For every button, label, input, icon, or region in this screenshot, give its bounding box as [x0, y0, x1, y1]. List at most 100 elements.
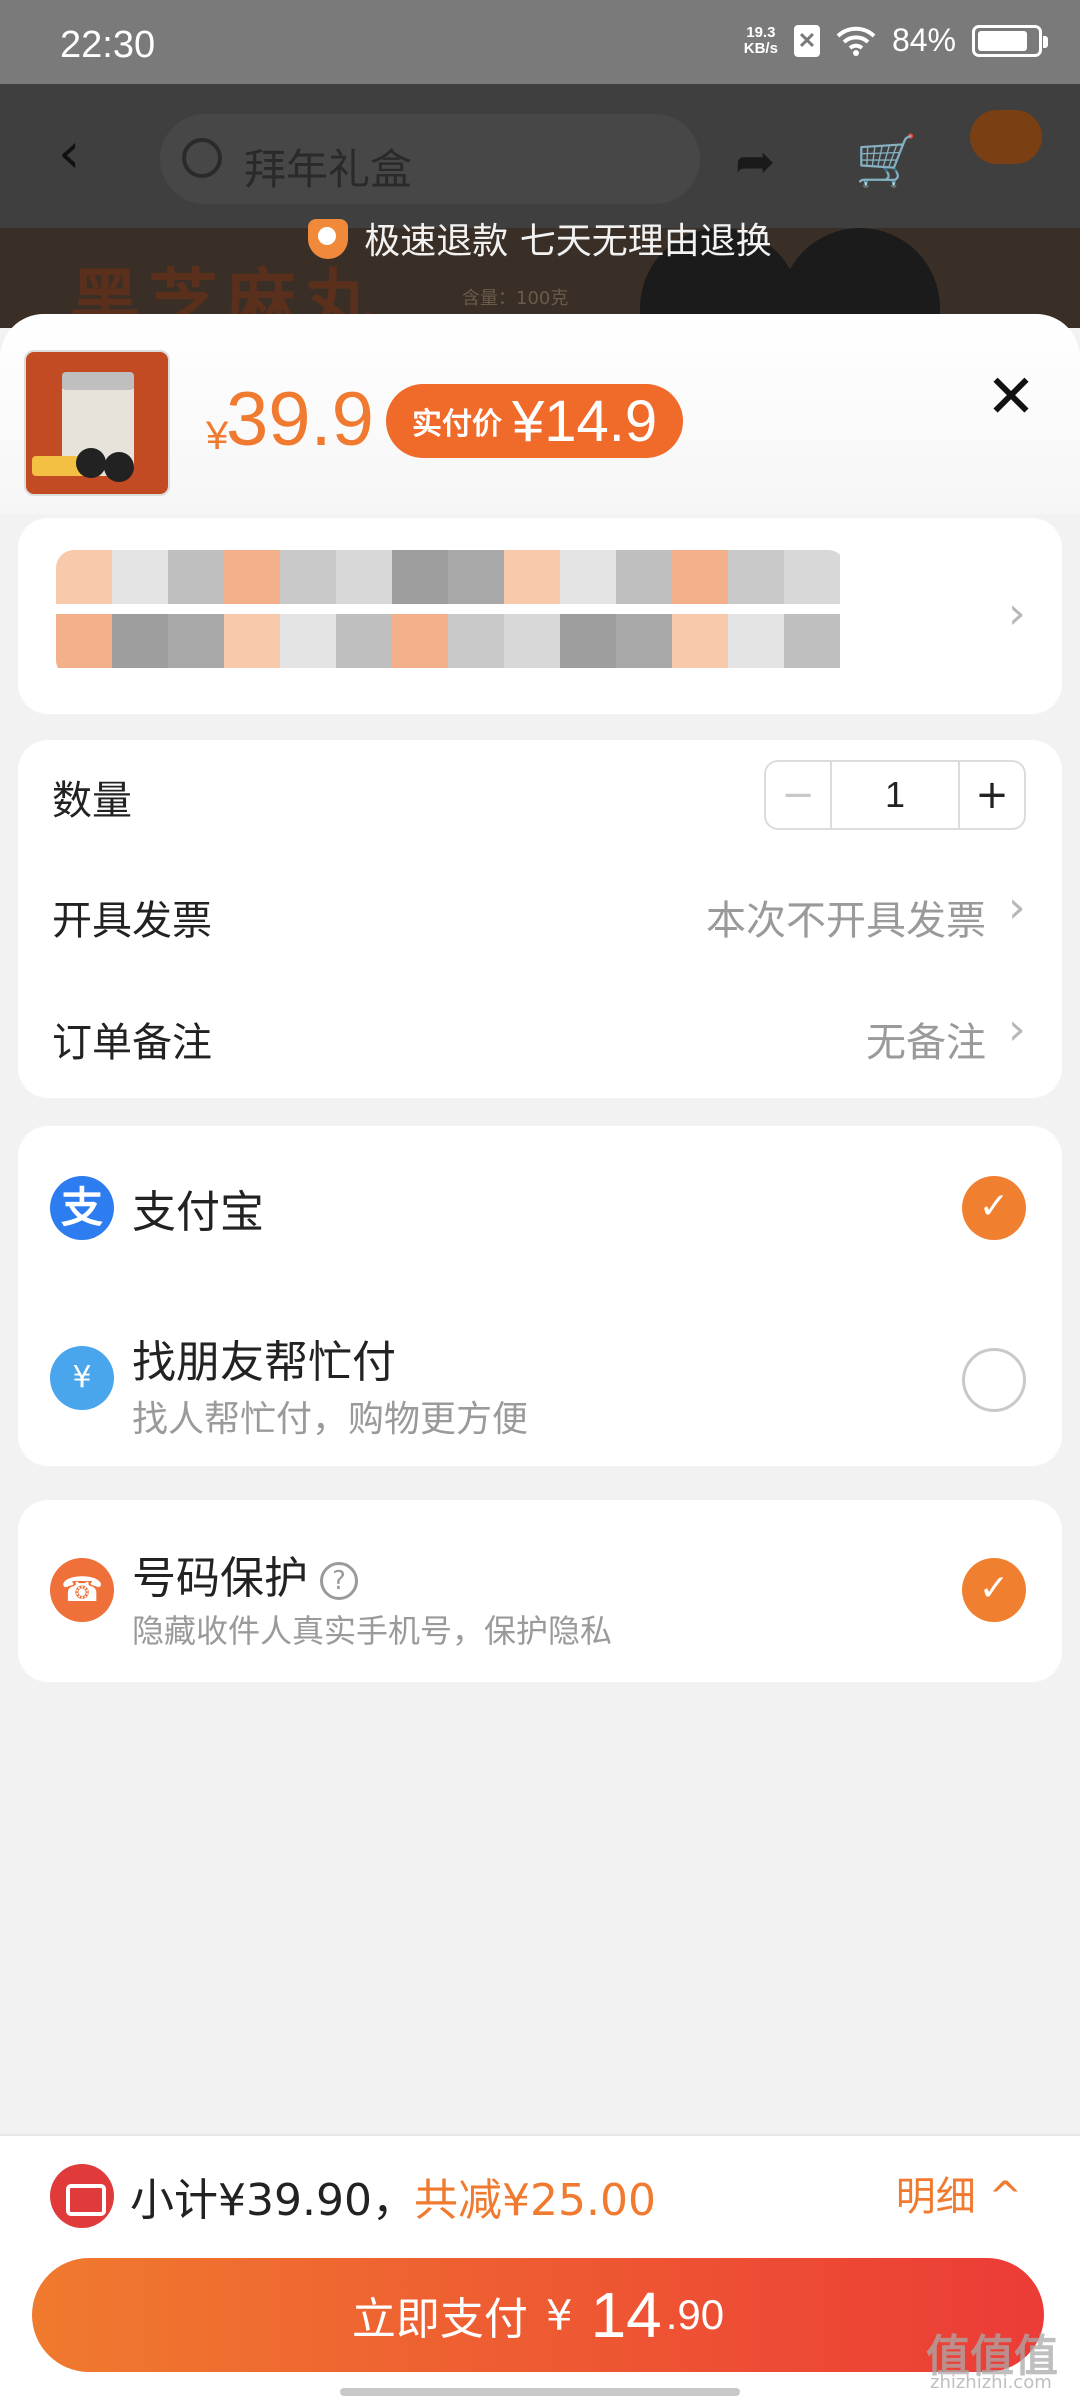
- quantity-decrease-button[interactable]: −: [766, 762, 832, 828]
- blur-cell: [168, 550, 224, 604]
- blur-cell: [784, 614, 840, 668]
- check-selected-icon[interactable]: ✓: [962, 1176, 1026, 1240]
- shield-check-icon: [308, 219, 349, 259]
- back-icon[interactable]: ‹: [58, 126, 98, 182]
- friend-pay-icon: ¥: [50, 1346, 114, 1410]
- close-icon[interactable]: ✕: [984, 367, 1038, 427]
- battery-fill: [978, 30, 1027, 51]
- remark-label: 订单备注: [52, 1020, 212, 1066]
- blur-cell: [224, 614, 280, 668]
- payment-option-title: 支付宝: [132, 1187, 264, 1238]
- address-blurred-content: [56, 550, 846, 678]
- pay-button-label: 立即支付: [351, 2294, 528, 2345]
- wifi-icon: [836, 26, 876, 56]
- sim-icon: ✕: [793, 24, 820, 57]
- alipay-icon: 支: [50, 1176, 114, 1240]
- blur-cell: [448, 614, 504, 668]
- phone-shield-icon: ☎: [50, 1558, 114, 1622]
- detail-toggle[interactable]: 明细 ^: [896, 2164, 1022, 2222]
- blur-cell: [560, 550, 616, 604]
- background-search-bar[interactable]: 拜年礼盒: [160, 114, 700, 204]
- refund-banner-text: 极速退款 七天无理由退换: [364, 221, 772, 262]
- status-icons: 19.3 KB/s ✕ 84%: [743, 22, 1048, 59]
- status-time: 22:30: [60, 24, 156, 66]
- payment-method-card: 支 支付宝 ✓ ¥ 找朋友帮忙付 找人帮忙付，购物更方便: [18, 1126, 1062, 1466]
- blur-cell: [504, 550, 560, 604]
- bottom-checkout-bar: 小计¥39.90， 共减¥25.00 明细 ^ 立即支付 ¥ 14 .90: [0, 2134, 1080, 2400]
- number-protection-card[interactable]: ☎ 号码保护? 隐藏收件人真实手机号，保护隐私 ✓: [18, 1500, 1062, 1682]
- blur-cell: [336, 614, 392, 668]
- background-header: ‹ 拜年礼盒 ➦ 🛒: [0, 84, 1080, 228]
- blur-cell: [280, 550, 336, 604]
- invoice-value: 本次不开具发票: [706, 898, 986, 944]
- actual-price-label: 实付价: [412, 407, 502, 442]
- blur-cell: [112, 550, 168, 604]
- product-price: 39.9: [226, 377, 374, 462]
- blur-cell: [336, 550, 392, 604]
- thumbnail-jar-lid: [62, 372, 134, 390]
- avatar[interactable]: [970, 110, 1042, 164]
- quantity-increase-button[interactable]: +: [958, 762, 1024, 828]
- invoice-label: 开具发票: [52, 898, 212, 944]
- address-card[interactable]: ›: [18, 518, 1062, 714]
- refund-banner: 极速退款 七天无理由退换: [0, 212, 1080, 264]
- payment-option-subtitle: 找人帮忙付，购物更方便: [132, 1399, 529, 1440]
- blur-cell: [224, 550, 280, 604]
- blur-cell: [784, 550, 840, 604]
- blur-cell: [672, 550, 728, 604]
- blur-cell: [56, 550, 112, 604]
- blur-cell: [168, 614, 224, 668]
- actual-price-badge: 实付价 ¥14.9: [386, 384, 684, 458]
- battery-percent: 84%: [891, 22, 956, 58]
- blur-cell: [728, 614, 784, 668]
- status-bar: 22:30 19.3 KB/s ✕ 84%: [0, 0, 1080, 84]
- product-thumbnail: [24, 350, 170, 496]
- quantity-stepper[interactable]: − 1 +: [764, 760, 1026, 830]
- search-placeholder: 拜年礼盒: [244, 145, 413, 194]
- blur-cell: [56, 614, 112, 668]
- network-speed: 19.3 KB/s: [743, 23, 778, 57]
- watermark-url: zhizhizhi.com: [930, 2372, 1052, 2393]
- order-info-card: 数量 − 1 + 开具发票 本次不开具发票 › 订单备注 无备注 ›: [18, 740, 1062, 1098]
- blur-cell: [448, 550, 504, 604]
- home-indicator: [340, 2388, 740, 2396]
- thumbnail-ball: [76, 448, 106, 478]
- blur-cell: [616, 550, 672, 604]
- number-protection-subtitle: 隐藏收件人真实手机号，保护隐私: [132, 1612, 613, 1650]
- chevron-right-icon: ›: [1008, 882, 1026, 933]
- blur-cell: [672, 614, 728, 668]
- blur-cell: [280, 614, 336, 668]
- help-icon[interactable]: ?: [320, 1562, 358, 1600]
- checkout-sheet: ¥ 39.9 实付价 ¥14.9 ✕ › 数量 − 1 + 开具发票 本次不开具…: [0, 314, 1080, 2400]
- sheet-header: ¥ 39.9 实付价 ¥14.9 ✕: [0, 314, 1080, 514]
- share-icon[interactable]: ➦: [735, 134, 775, 190]
- discount-text: 共减¥25.00: [414, 2175, 656, 2226]
- pay-button-amount-decimal: .90: [665, 2291, 725, 2338]
- check-unselected-icon[interactable]: [962, 1348, 1026, 1412]
- pay-now-button[interactable]: 立即支付 ¥ 14 .90: [32, 2258, 1044, 2372]
- pay-button-amount: 14: [590, 2279, 662, 2351]
- blur-cell: [616, 614, 672, 668]
- number-protection-title: 号码保护?: [132, 1542, 358, 1606]
- payment-option-title: 找朋友帮忙付: [132, 1337, 396, 1388]
- banner-note: 含量：100克: [462, 288, 569, 309]
- cart-icon[interactable]: 🛒: [855, 132, 917, 191]
- pay-button-currency: ¥: [545, 2290, 573, 2340]
- check-selected-icon[interactable]: ✓: [962, 1558, 1026, 1622]
- battery-icon: [972, 24, 1048, 57]
- coupon-icon: [50, 2164, 114, 2228]
- blur-cell: [392, 614, 448, 668]
- search-icon: [182, 138, 222, 178]
- blur-cell: [504, 614, 560, 668]
- thumbnail-ball: [104, 452, 134, 482]
- subtotal-text: 小计¥39.90，: [130, 2175, 416, 2226]
- quantity-value[interactable]: 1: [832, 762, 958, 828]
- blur-cell: [560, 614, 616, 668]
- blur-cell: [728, 550, 784, 604]
- quantity-label: 数量: [52, 778, 132, 824]
- price-currency: ¥: [206, 414, 229, 458]
- chevron-right-icon: ›: [1008, 588, 1026, 639]
- blur-cell: [112, 614, 168, 668]
- chevron-right-icon: ›: [1008, 1004, 1026, 1055]
- remark-value: 无备注: [866, 1020, 986, 1066]
